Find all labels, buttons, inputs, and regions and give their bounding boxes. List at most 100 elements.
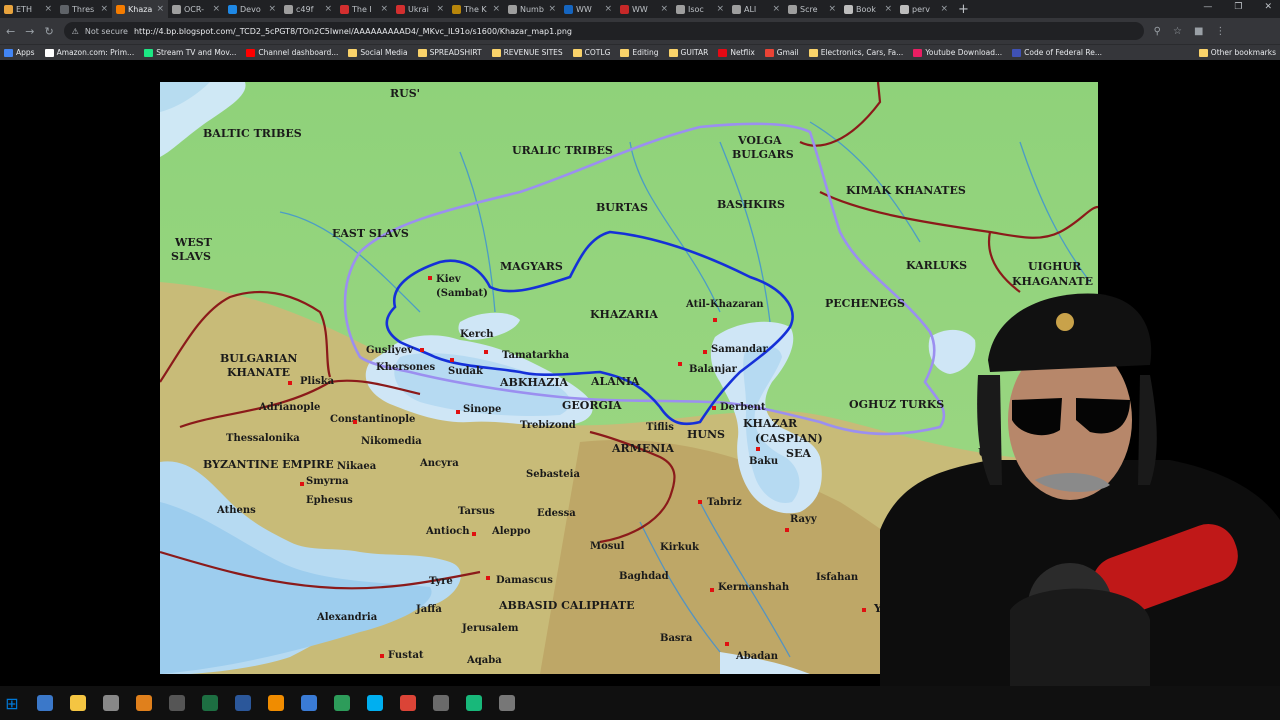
browser-tab[interactable]: Book × <box>840 0 896 18</box>
tab-title: OCR- <box>184 4 205 14</box>
city-label: Athens <box>217 505 256 516</box>
file-explorer-icon[interactable] <box>70 695 86 711</box>
star-icon[interactable]: ☆ <box>1173 26 1182 37</box>
tab-close-icon[interactable]: × <box>324 4 332 14</box>
bookmark-item[interactable]: Amazon.com: Prim... <box>44 48 134 57</box>
reload-icon[interactable]: ↻ <box>44 25 53 38</box>
tab-close-icon[interactable]: × <box>156 4 164 14</box>
bookmark-item[interactable]: Editing <box>620 48 659 57</box>
browser-tab[interactable]: perv × <box>896 0 952 18</box>
app-icon[interactable] <box>466 695 482 711</box>
browser-tab[interactable]: ALI × <box>728 0 784 18</box>
close-window-icon[interactable]: ✕ <box>1264 2 1272 12</box>
city-label: Antioch <box>426 526 470 537</box>
forward-icon[interactable]: → <box>25 25 34 38</box>
city-label: Tabriz <box>707 497 742 508</box>
bookmark-item[interactable]: Apps <box>4 48 35 57</box>
browser-tab[interactable]: Ukrai × <box>392 0 448 18</box>
browser-tab[interactable]: WW × <box>560 0 616 18</box>
browser-tab[interactable]: Scre × <box>784 0 840 18</box>
back-icon[interactable]: ← <box>6 25 15 38</box>
url-text[interactable]: http://4.bp.blogspot.com/_TCD2_5cPGT8/TO… <box>134 27 572 36</box>
bookmark-label: Gmail <box>776 48 799 57</box>
browser-tab[interactable]: OCR- × <box>168 0 224 18</box>
tab-close-icon[interactable]: × <box>212 4 220 14</box>
app-icon[interactable] <box>169 695 185 711</box>
browser-tab[interactable]: ETH × <box>0 0 56 18</box>
tab-close-icon[interactable]: × <box>828 4 836 14</box>
tab-close-icon[interactable]: × <box>268 4 276 14</box>
new-tab-button[interactable]: + <box>958 2 969 17</box>
city-marker <box>420 348 424 352</box>
region-label: ARMENIA <box>612 442 674 455</box>
word-icon[interactable] <box>235 695 251 711</box>
menu-icon[interactable]: ⋮ <box>1215 26 1225 37</box>
chrome-icon[interactable] <box>400 695 416 711</box>
browser-tab[interactable]: WW × <box>616 0 672 18</box>
region-label: SEA <box>786 447 811 460</box>
browser-tab[interactable]: Isoc × <box>672 0 728 18</box>
browser-tab[interactable]: The K × <box>448 0 504 18</box>
extensions-icon[interactable]: ■ <box>1194 26 1203 37</box>
app-icon[interactable] <box>136 695 152 711</box>
bookmark-item[interactable]: SPREADSHIRT <box>417 48 482 57</box>
tab-favicon-icon <box>452 4 461 14</box>
browser-tab[interactable]: The I × <box>336 0 392 18</box>
app-icon[interactable] <box>499 695 515 711</box>
app-icon[interactable] <box>433 695 449 711</box>
windows-taskbar: ⊞ <box>0 686 1280 720</box>
browser-tab[interactable]: Numb × <box>504 0 560 18</box>
tab-close-icon[interactable]: × <box>44 4 52 14</box>
bookmark-icon <box>620 48 630 57</box>
tab-favicon-icon <box>788 4 797 14</box>
bookmark-label: SPREADSHIRT <box>429 48 482 57</box>
tab-close-icon[interactable]: × <box>380 4 388 14</box>
tab-close-icon[interactable]: × <box>604 4 612 14</box>
app-icon[interactable] <box>301 695 317 711</box>
bookmark-item[interactable]: Channel dashboard... <box>246 48 338 57</box>
tab-close-icon[interactable]: × <box>100 4 108 14</box>
bookmark-item[interactable]: COTLG <box>572 48 610 57</box>
tab-close-icon[interactable]: × <box>884 4 892 14</box>
zoom-icon[interactable]: ⚲ <box>1154 26 1161 37</box>
tab-title: The I <box>352 4 372 14</box>
bookmark-icon <box>44 48 54 57</box>
tab-close-icon[interactable]: × <box>716 4 724 14</box>
browser-tab[interactable]: Devo × <box>224 0 280 18</box>
city-marker <box>300 482 304 486</box>
browser-tab[interactable]: Thres × <box>56 0 112 18</box>
app-icon[interactable] <box>334 695 350 711</box>
bookmark-item[interactable]: Code of Federal Re... <box>1012 48 1102 57</box>
settings-icon[interactable] <box>103 695 119 711</box>
bookmark-item[interactable]: Stream TV and Mov... <box>144 48 236 57</box>
bookmark-item[interactable]: Gmail <box>764 48 799 57</box>
region-label: ALANIA <box>591 375 640 388</box>
region-label: KIMAK KHANATES <box>846 184 966 197</box>
city-label: Ancyra <box>420 458 459 469</box>
bookmark-item[interactable]: Social Media <box>348 48 408 57</box>
other-bookmarks[interactable]: Other bookmarks <box>1198 48 1276 57</box>
windows-start-icon[interactable]: ⊞ <box>4 694 20 713</box>
tab-close-icon[interactable]: × <box>772 4 780 14</box>
tab-close-icon[interactable]: × <box>548 4 556 14</box>
bookmark-item[interactable]: REVENUE SITES <box>491 48 563 57</box>
tab-close-icon[interactable]: × <box>492 4 500 14</box>
region-label: KARLUKS <box>906 259 968 272</box>
warning-icon[interactable]: ⚠ <box>72 27 79 36</box>
address-bar[interactable]: ⚠ Not secure http://4.bp.blogspot.com/_T… <box>63 22 1144 40</box>
calculator-icon[interactable] <box>37 695 53 711</box>
bookmark-item[interactable]: GUITAR <box>668 48 708 57</box>
tab-close-icon[interactable]: × <box>436 4 444 14</box>
tab-close-icon[interactable]: × <box>940 4 948 14</box>
bookmark-item[interactable]: Electronics, Cars, Fa... <box>808 48 903 57</box>
bookmark-item[interactable]: Netflix <box>718 48 755 57</box>
browser-tab[interactable]: c49f × <box>280 0 336 18</box>
minimize-icon[interactable]: — <box>1203 2 1212 12</box>
tab-close-icon[interactable]: × <box>660 4 668 14</box>
bookmark-item[interactable]: Youtube Download... <box>913 48 1002 57</box>
browser-tab[interactable]: Khaza × <box>112 0 168 18</box>
vlc-icon[interactable] <box>268 695 284 711</box>
excel-icon[interactable] <box>202 695 218 711</box>
maximize-icon[interactable]: ❐ <box>1234 2 1242 12</box>
skype-icon[interactable] <box>367 695 383 711</box>
